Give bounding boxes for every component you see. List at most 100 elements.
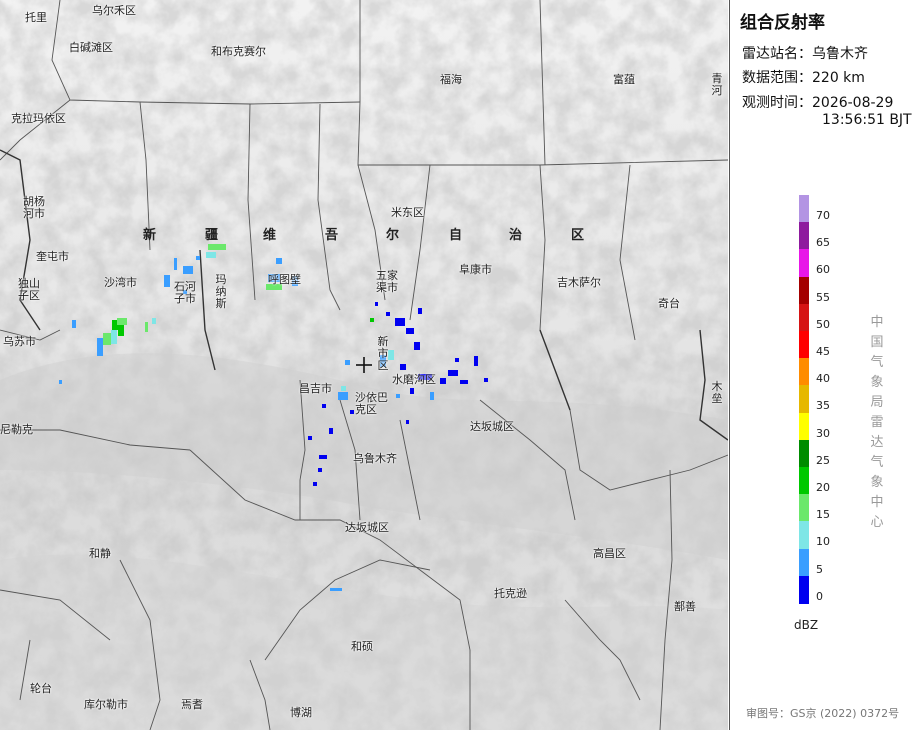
station-value: 乌鲁木齐 [812, 46, 868, 62]
map-approval-number: 审图号：GS京 (2022) 0372号 [746, 707, 900, 720]
region-name-char: 新 [143, 228, 157, 243]
radar-map[interactable]: 新 疆 维 吾 尔 自 治 区 托里 乌尔禾区 白碱滩区 和布克赛尔 福海 富蕴… [0, 0, 728, 730]
region-name-char: 自 [449, 228, 463, 243]
legend-swatch [799, 385, 809, 414]
legend-tick-label: 40 [816, 372, 830, 386]
map-terrain [0, 0, 728, 730]
legend-swatch [799, 467, 809, 495]
place-label: 沙湾市 [104, 276, 137, 289]
range-row: 数据范围：220 km [742, 67, 865, 87]
place-label: 昌吉市 [299, 382, 332, 395]
range-label: 数据范围： [742, 70, 812, 86]
region-name-char: 区 [571, 228, 585, 243]
place-label: 奇台 [658, 297, 680, 310]
issuer-label-char: 中 [870, 495, 884, 510]
place-label: 富蕴 [613, 73, 635, 86]
place-label: 五家渠市 [376, 269, 398, 294]
place-label: 胡杨河市 [23, 195, 45, 220]
place-label: 沙依巴克区 [355, 391, 388, 416]
issuer-label-char: 心 [870, 515, 884, 530]
issuer-label-char: 象 [870, 375, 884, 390]
legend-tick-label: 10 [816, 535, 830, 549]
legend-tick-label: 50 [816, 317, 830, 331]
legend-swatch [799, 303, 809, 332]
time-clock: 13:56:51 BJT [822, 112, 912, 128]
place-label: 高昌区 [593, 547, 626, 560]
product-title: 组合反射率 [740, 13, 825, 33]
region-name-char: 维 [263, 228, 277, 243]
place-label: 青河 [711, 72, 723, 97]
issuer-label-char: 局 [870, 395, 884, 410]
place-label: 和布克赛尔 [211, 45, 266, 58]
legend-swatch [799, 521, 809, 550]
place-label: 托克逊 [494, 587, 527, 600]
legend-swatch [799, 358, 809, 387]
place-label: 独山子区 [18, 277, 40, 302]
legend-swatch [799, 222, 809, 251]
legend-tick-label: 15 [816, 508, 830, 522]
legend-tick-label: 0 [816, 589, 823, 603]
issuer-label-char: 象 [870, 475, 884, 490]
place-label: 乌苏市 [3, 335, 36, 348]
issuer-label-char: 中 [870, 315, 884, 330]
place-label: 福海 [440, 73, 462, 86]
station-label: 雷达站名： [742, 46, 812, 62]
legend-tick-label: 65 [816, 236, 830, 250]
place-label: 库尔勒市 [84, 698, 128, 711]
place-label: 达坂城区 [470, 420, 514, 433]
legend-swatch [799, 439, 809, 468]
place-label: 鄯善 [674, 600, 696, 613]
place-label: 呼图壁 [268, 273, 301, 286]
legend-swatch [799, 575, 809, 604]
place-label: 白碱滩区 [69, 41, 113, 54]
place-label: 新市区 [377, 335, 389, 372]
place-label: 和静 [89, 547, 111, 560]
place-label: 焉耆 [181, 698, 203, 711]
legend-swatch [799, 412, 809, 441]
legend-swatch [799, 249, 809, 278]
region-name-char: 吾 [325, 228, 339, 243]
issuer-label-char: 达 [870, 435, 884, 450]
place-label: 尼勒克 [0, 423, 33, 436]
region-name-char: 治 [509, 228, 523, 243]
range-value: 220 km [812, 70, 865, 86]
place-label: 阜康市 [459, 263, 492, 276]
place-label: 玛纳斯 [215, 273, 227, 310]
issuer-label-char: 气 [870, 355, 884, 370]
time-row: 观测时间：2026-08-29 [742, 92, 893, 112]
place-label: 博湖 [290, 706, 312, 719]
legend-unit: dBZ [794, 618, 819, 632]
issuer-label-char: 气 [870, 455, 884, 470]
place-label: 奎屯市 [36, 250, 69, 263]
legend-swatch [799, 276, 809, 305]
legend-tick-label: 70 [816, 209, 830, 222]
place-label: 米东区 [391, 206, 424, 219]
place-label: 石河子市 [174, 280, 196, 305]
issuer-label: 中国气象局雷达气象中心 [870, 313, 884, 533]
legend-tick-label: 5 [816, 562, 823, 576]
place-label: 托里 [25, 11, 47, 24]
place-label: 达坂城区 [345, 521, 389, 534]
legend-tick-label: 25 [816, 453, 830, 467]
legend-tick-label: 45 [816, 345, 830, 358]
place-label: 水磨沟区 [392, 373, 436, 386]
legend-tick-label: 60 [816, 263, 830, 277]
issuer-label-char: 雷 [870, 415, 884, 430]
region-name-char: 尔 [386, 228, 400, 243]
place-label: 轮台 [30, 682, 52, 695]
station-row: 雷达站名：乌鲁木齐 [742, 43, 868, 63]
place-label: 木垒 [711, 380, 723, 405]
legend-swatch [799, 331, 809, 359]
place-label: 和硕 [351, 640, 373, 653]
place-label: 乌鲁木齐 [353, 452, 397, 465]
place-label: 吉木萨尔 [557, 276, 601, 289]
place-label: 乌尔禾区 [92, 4, 136, 17]
legend-swatch [799, 195, 809, 223]
info-panel: 组合反射率 雷达站名：乌鲁木齐 数据范围：220 km 观测时间：2026-08… [729, 0, 920, 730]
time-label: 观测时间： [742, 95, 812, 111]
legend-tick-label: 20 [816, 481, 830, 494]
legend-tick-label: 35 [816, 399, 830, 413]
place-label: 克拉玛依区 [11, 112, 66, 125]
time-date: 2026-08-29 [812, 95, 894, 111]
legend-swatch [799, 494, 809, 523]
